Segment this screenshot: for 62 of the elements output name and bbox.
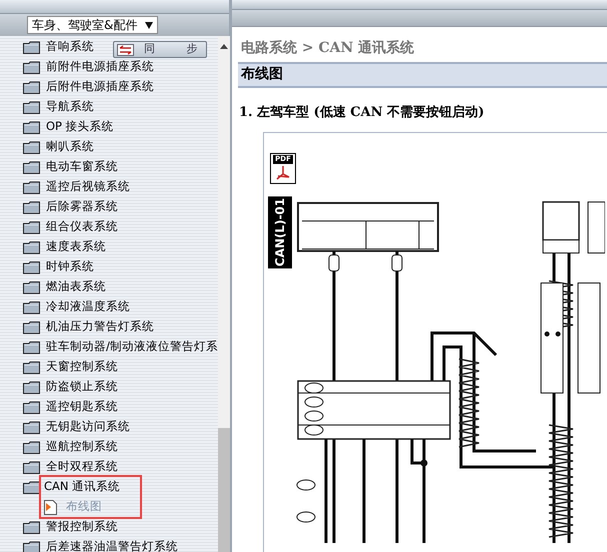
sync-button[interactable]: 同 步 bbox=[113, 41, 207, 58]
folder-icon bbox=[23, 100, 40, 114]
tree-item[interactable]: 驻车制动器/制动液液位警告灯系 bbox=[46, 337, 218, 357]
tree-item[interactable]: 警报控制系统 bbox=[46, 517, 118, 537]
document-icon bbox=[44, 500, 57, 514]
folder-icon bbox=[23, 420, 40, 434]
tree-item[interactable]: 喇叭系统 bbox=[46, 137, 94, 157]
tree-item[interactable]: 音响系统 bbox=[46, 37, 94, 57]
folder-icon bbox=[23, 240, 40, 254]
folder-icon bbox=[23, 540, 40, 552]
tree-item[interactable]: 后除雾器系统 bbox=[46, 197, 118, 217]
folder-icon bbox=[23, 140, 40, 154]
folder-icon bbox=[23, 380, 40, 394]
arrows-icon bbox=[117, 44, 134, 56]
acrobat-icon bbox=[274, 164, 292, 182]
tree-item[interactable]: 冷却液温度系统 bbox=[46, 297, 130, 317]
diagram-label: CAN(L)-01 bbox=[268, 196, 292, 268]
folder-icon bbox=[23, 160, 40, 174]
tree-item[interactable]: 组合仪表系统 bbox=[46, 217, 118, 237]
tree-item[interactable]: 遥控后视镜系统 bbox=[46, 177, 130, 197]
tree-item[interactable]: 无钥匙访问系统 bbox=[46, 417, 130, 437]
tree-item[interactable]: OP 接头系统 bbox=[46, 117, 114, 137]
category-dropdown[interactable]: 车身、驾驶室&配件 bbox=[27, 16, 158, 34]
folder-icon bbox=[23, 40, 40, 54]
tree-item[interactable]: 后附件电源插座系统 bbox=[46, 77, 154, 97]
folder-icon bbox=[23, 180, 40, 194]
tree-item[interactable]: 燃油表系统 bbox=[46, 277, 106, 297]
scrollbar-thumb[interactable] bbox=[218, 428, 230, 552]
folder-icon bbox=[23, 460, 40, 474]
tree-item[interactable]: 防盗锁止系统 bbox=[46, 377, 118, 397]
tree-item[interactable]: 天窗控制系统 bbox=[46, 357, 118, 377]
folder-icon bbox=[23, 440, 40, 454]
folder-icon bbox=[23, 360, 40, 374]
tree-item[interactable]: CAN 通讯系统 bbox=[44, 477, 120, 497]
folder-icon bbox=[23, 260, 40, 274]
up-arrow-icon[interactable] bbox=[220, 44, 228, 49]
tree-item[interactable]: 时钟系统 bbox=[46, 257, 94, 277]
section-heading: 1. 左驾车型 (低速 CAN 不需要按钮启动) bbox=[238, 104, 486, 122]
tree-item[interactable]: 全时双程系统 bbox=[46, 457, 118, 477]
folder-icon bbox=[23, 340, 40, 354]
folder-icon bbox=[23, 400, 40, 414]
folder-icon bbox=[23, 480, 40, 494]
tree-item[interactable]: 前附件电源插座系统 bbox=[46, 57, 154, 77]
folder-icon bbox=[23, 320, 40, 334]
folder-icon bbox=[23, 220, 40, 234]
folder-icon bbox=[23, 200, 40, 214]
tree-item[interactable]: 巡航控制系统 bbox=[46, 437, 118, 457]
folder-icon bbox=[23, 280, 40, 294]
tree-item[interactable]: 遥控钥匙系统 bbox=[46, 397, 118, 417]
tree-item[interactable]: 电动车窗系统 bbox=[46, 157, 118, 177]
tree-item[interactable]: 速度表系统 bbox=[46, 237, 106, 257]
tree-item[interactable]: 机油压力警告灯系统 bbox=[46, 317, 154, 337]
folder-icon bbox=[23, 80, 40, 94]
tree-item[interactable]: 导航系统 bbox=[46, 97, 94, 117]
folder-icon bbox=[23, 120, 40, 134]
folder-icon bbox=[23, 300, 40, 314]
breadcrumb: 电路系统 > CAN 通讯系统 bbox=[240, 38, 416, 56]
folder-icon bbox=[23, 520, 40, 534]
tree-item[interactable]: 后差速器油温警告灯系统 bbox=[46, 537, 178, 552]
caret-icon bbox=[145, 22, 154, 28]
folder-icon bbox=[23, 60, 40, 74]
section-title: 布线图 bbox=[238, 62, 607, 88]
